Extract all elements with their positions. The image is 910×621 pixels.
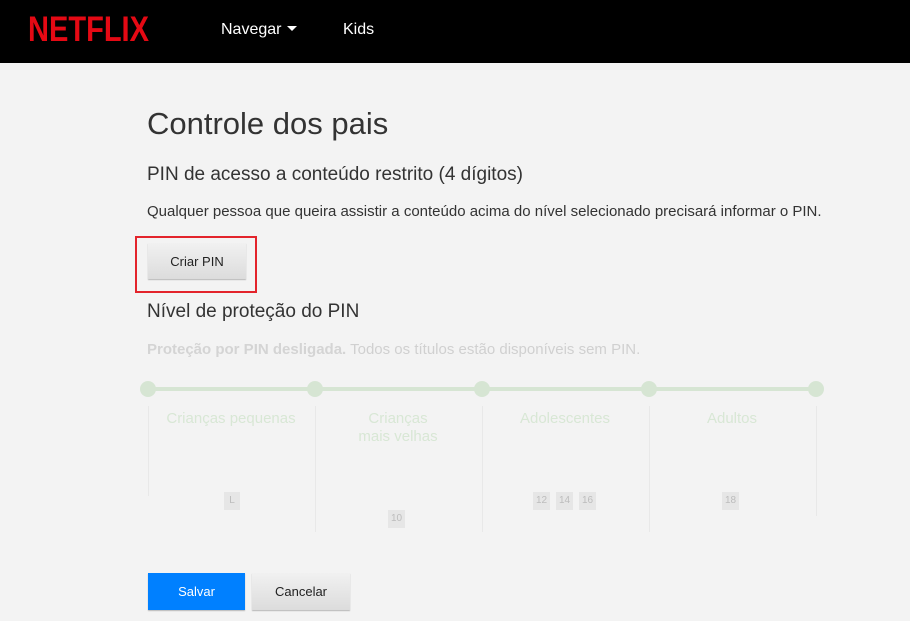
level-label-young-kids: Crianças pequenas [166,410,296,427]
rating-badge: 16 [579,492,597,510]
rating-badge: 10 [388,510,406,528]
level-label-older-kids: Crianças mais velhas [358,410,438,445]
rating-badge: L [224,492,240,510]
cancel-button[interactable]: Cancelar [252,573,350,610]
rating-badge: 12 [533,492,551,510]
slider-knob [474,381,490,397]
maturity-level-slider: Crianças pequenas Crianças mais velhas A… [140,380,827,540]
rating-badge: 14 [556,492,574,510]
level-label-teens: Adolescentes [519,410,611,427]
protection-status-text: Todos os títulos estão disponíveis sem P… [346,341,641,358]
slider-knob [641,381,657,397]
level-label-adults: Adultos [706,410,758,427]
slider-knob [140,381,156,397]
protection-status: Proteção por PIN desligada. Todos os tít… [147,340,640,360]
kids-link[interactable]: Kids [343,20,374,40]
netflix-logo[interactable]: NETFLIX [28,10,150,46]
rating-badge: 18 [722,492,740,510]
slider-knob [808,381,824,397]
create-pin-button[interactable]: Criar PIN [148,243,246,279]
column-divider [816,406,817,516]
caret-down-icon [287,26,298,32]
top-navigation-bar: NETFLIX Navegar Kids [0,0,910,63]
browse-menu-label: Navegar [221,21,282,38]
protection-status-bold: Proteção por PIN desligada. [147,341,347,358]
pin-heading: PIN de acesso a conteúdo restrito (4 díg… [147,164,523,185]
logo-text: NETFLIX [28,10,150,46]
browse-menu[interactable]: Navegar [221,20,298,40]
page-title: Controle dos pais [147,106,389,141]
protection-level-heading: Nível de proteção do PIN [147,301,360,322]
pin-description: Qualquer pessoa que queira assistir a co… [147,203,822,220]
slider-knob [307,381,323,397]
save-button[interactable]: Salvar [148,573,245,610]
